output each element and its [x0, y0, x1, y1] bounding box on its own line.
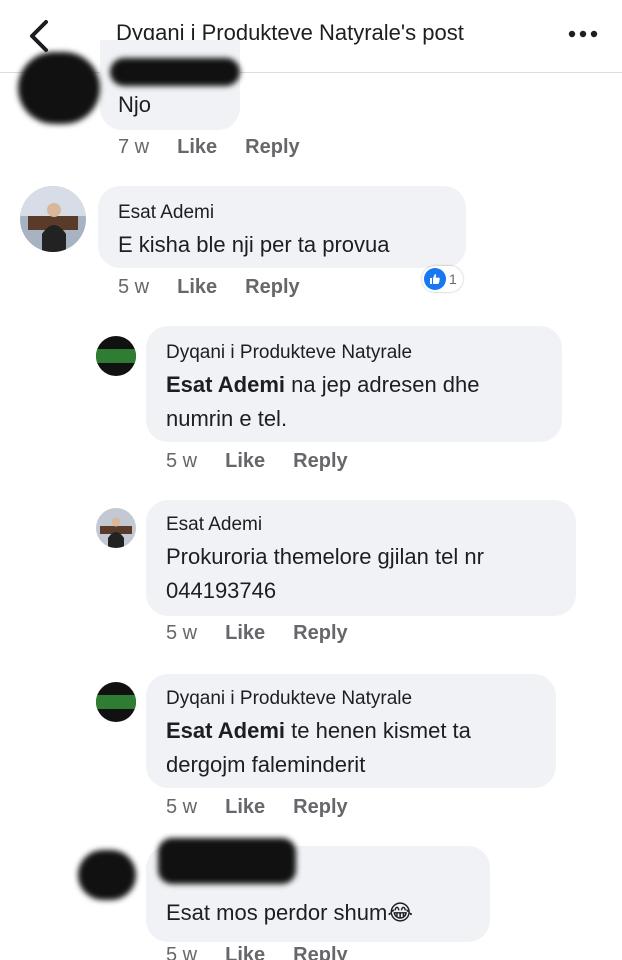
reply-link[interactable]: Reply	[293, 622, 347, 645]
comment-text-part: dergojm faleminderit	[166, 752, 366, 777]
top-bar: Dyqani i Produkteve Natyrale's post	[0, 0, 622, 73]
more-icon[interactable]	[566, 22, 600, 46]
like-link[interactable]: Like	[225, 450, 265, 473]
comment-text-part: Esat mos perdor shum	[166, 900, 388, 925]
avatar[interactable]	[96, 508, 136, 548]
comment-actions: 5 w Like Reply	[166, 450, 348, 473]
comment-text: E kisha ble nji per ta provua	[118, 232, 390, 257]
redacted-avatar	[78, 850, 136, 900]
reaction-count: 1	[449, 271, 457, 287]
comment-author[interactable]: Esat Ademi	[118, 202, 214, 224]
post-comments-screen: Dyqani i Produkteve Natyrale's post Njo …	[0, 0, 622, 960]
comment-actions: 7 w Like Reply	[118, 136, 300, 159]
comment-time: 5 w	[166, 622, 198, 644]
comment-text: Esat mos perdor shum😂	[166, 896, 413, 930]
comment-text-part: numrin e tel.	[166, 406, 288, 431]
profile-photo	[20, 186, 86, 252]
back-icon[interactable]	[26, 18, 54, 54]
like-link[interactable]: Like	[177, 276, 217, 299]
shop-logo-band	[96, 349, 136, 363]
comment-author[interactable]: Dyqani i Produkteve Natyrale	[166, 688, 412, 710]
comment-text: Esat Ademi na jep adresen dhe numrin e te…	[166, 368, 556, 436]
like-link[interactable]: Like	[225, 944, 265, 960]
like-reaction-icon	[424, 268, 446, 290]
comment-time: 7 w	[118, 136, 150, 158]
comment-time: 5 w	[166, 944, 198, 960]
like-link[interactable]: Like	[225, 796, 265, 819]
comment-text-part: te henen kismet ta	[285, 718, 471, 743]
reaction-badge[interactable]: 1	[422, 266, 463, 292]
comment-text-part: 044193746	[166, 578, 277, 603]
comment-time: 5 w	[166, 450, 198, 472]
comment-text: Njo	[118, 92, 152, 117]
profile-photo	[96, 508, 136, 548]
comment-text-part: na jep adresen dhe	[285, 372, 480, 397]
redacted-author	[158, 838, 296, 884]
comment-text-part: Prokuroria themelore gjilan tel nr	[166, 544, 484, 569]
redacted-author	[110, 58, 240, 86]
page-avatar[interactable]	[96, 336, 136, 376]
laughing-emoji-icon: 😂	[387, 900, 414, 925]
comment-actions: 5 w Like Reply	[118, 276, 300, 299]
comment-actions: 5 w Like Reply	[166, 796, 348, 819]
comment-time: 5 w	[118, 276, 150, 298]
like-link[interactable]: Like	[225, 622, 265, 645]
redacted-avatar	[18, 52, 100, 124]
reply-link[interactable]: Reply	[293, 450, 347, 473]
comment-time: 5 w	[166, 796, 198, 818]
comment-actions: 5 w Like Reply	[166, 622, 348, 645]
reply-link[interactable]: Reply	[245, 276, 299, 299]
comment-actions: 5 w Like Reply	[166, 944, 348, 960]
reply-link[interactable]: Reply	[293, 944, 347, 960]
comment-author[interactable]: Esat Ademi	[166, 514, 262, 536]
comment-author[interactable]: Dyqani i Produkteve Natyrale	[166, 342, 412, 364]
avatar[interactable]	[20, 186, 86, 252]
like-link[interactable]: Like	[177, 136, 217, 159]
reply-link[interactable]: Reply	[293, 796, 347, 819]
mention-link[interactable]: Esat Ademi	[166, 372, 285, 397]
reply-link[interactable]: Reply	[245, 136, 299, 159]
mention-link[interactable]: Esat Ademi	[166, 718, 285, 743]
page-avatar[interactable]	[96, 682, 136, 722]
comment-text: Esat Ademi te henen kismet ta dergojm fal…	[166, 714, 556, 782]
shop-logo-band	[96, 695, 136, 709]
comment-text: Prokuroria themelore gjilan tel nr 044193…	[166, 540, 484, 608]
